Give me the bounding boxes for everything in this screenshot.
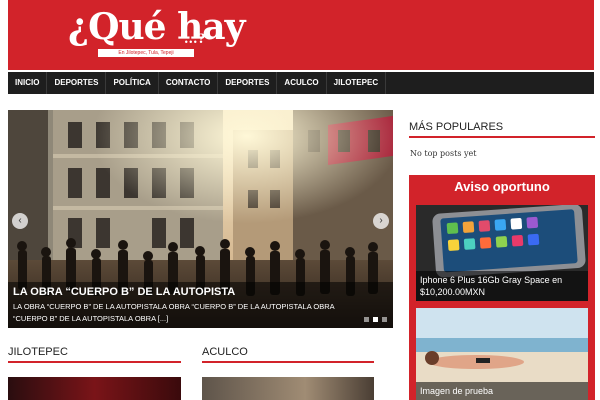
post-thumbnail[interactable] [8,377,181,400]
section-title-aculco[interactable]: ACULCO [202,346,374,363]
popular-title: MÁS POPULARES [409,121,595,138]
nav-item-deportes-2[interactable]: DEPORTES [218,72,278,94]
slide-title[interactable]: LA OBRA “CUERPO B” DE LA AUTOPISTA [13,286,235,298]
nav-item-inicio[interactable]: INICIO [8,72,48,94]
main-nav: INICIO DEPORTES POLÍTICA CONTACTO DEPORT… [8,72,594,94]
logo-title: ¿Qué hay [68,6,245,48]
ad-caption[interactable]: Iphone 6 Plus 16Gb Gray Space en $10,200… [416,271,588,301]
logo-dots: ...? [184,32,206,47]
ad-caption[interactable]: Imagen de prueba [416,382,588,400]
logo-tagline: En Jilotepec, Tula, Tepeji [98,49,194,57]
post-thumbnail[interactable] [202,377,374,400]
slider-dot[interactable] [373,317,378,322]
section-title-jilotepec[interactable]: JILOTEPEC [8,346,181,363]
aviso-widget: Aviso oportuno Iphone 6 Plus 16Gb Gray S… [409,175,595,400]
slide-caption: LA OBRA “CUERPO B” DE LA AUTOPISTA LA OB… [8,282,393,328]
nav-item-politica[interactable]: POLÍTICA [106,72,159,94]
site-header: ¿Qué hay ...? En Jilotepec, Tula, Tepeji [8,0,594,70]
slider-dots [364,317,387,322]
slider-dot[interactable] [364,317,369,322]
featured-slider[interactable]: ‹ › LA OBRA “CUERPO B” DE LA AUTOPISTA L… [8,110,393,328]
slider-dot[interactable] [382,317,387,322]
chevron-right-icon[interactable]: › [373,213,389,229]
no-posts-text: No top posts yet [410,149,477,158]
nav-item-aculco[interactable]: ACULCO [277,72,327,94]
nav-item-jilotepec[interactable]: JILOTEPEC [327,72,387,94]
aviso-title: Aviso oportuno [454,179,550,194]
nav-item-contacto[interactable]: CONTACTO [159,72,219,94]
slide-excerpt: LA OBRA “CUERPO B” DE LA AUTOPISTALA OBR… [13,302,335,323]
ad-item[interactable]: Iphone 6 Plus 16Gb Gray Space en $10,200… [416,205,588,301]
site-logo[interactable]: ¿Qué hay ...? En Jilotepec, Tula, Tepeji [58,6,245,62]
ad-item[interactable]: Imagen de prueba [416,308,588,400]
nav-item-deportes[interactable]: DEPORTES [47,72,107,94]
chevron-left-icon[interactable]: ‹ [12,213,28,229]
